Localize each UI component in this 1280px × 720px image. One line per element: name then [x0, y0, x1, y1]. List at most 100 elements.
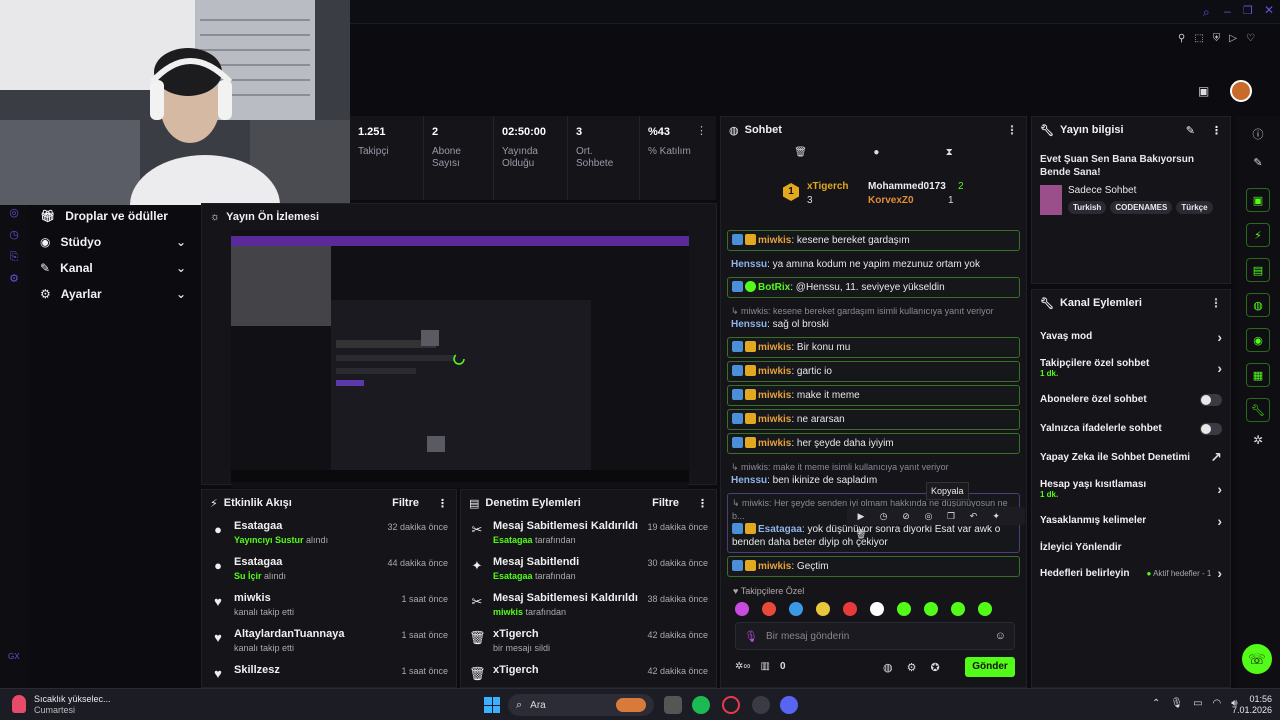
display-icon[interactable]: ▭ — [1193, 698, 1202, 709]
minimize-icon[interactable]: – — [1224, 4, 1231, 18]
tools-icon[interactable]: 🔧︎ — [1246, 398, 1270, 422]
taskbar-search[interactable]: ⌕ Ara — [508, 694, 654, 716]
top-chatter-2[interactable]: Mohammed0173 — [868, 181, 946, 192]
tag-chip[interactable]: Türkçe — [1176, 201, 1213, 214]
channel-action[interactable]: İzleyici Yönlendir — [1032, 535, 1230, 560]
feed-row[interactable]: ♥ AltaylardanTuannaya kanalı takip etti 1 … — [202, 624, 456, 660]
feed-row[interactable]: ♥ miwkis kanalı takip etti 1 saat önce — [202, 588, 456, 624]
feed-row[interactable]: 🗑︎ xTigerch bir mesajı sildi 42 dakika önc… — [461, 624, 716, 660]
chat-message[interactable]: miwkis: make it meme — [727, 385, 1020, 406]
stream-preview[interactable] — [231, 230, 689, 488]
mic-icon[interactable]: 🎙︎ — [1170, 698, 1183, 709]
feed-row[interactable]: ✦ Mesaj Sabitlendi Esatagaa tarafından 30 d… — [461, 552, 716, 588]
emote-icon[interactable] — [789, 602, 803, 616]
heart-icon[interactable]: ♡ — [1246, 33, 1255, 44]
toggle-switch[interactable] — [1200, 393, 1222, 406]
chat-username[interactable]: miwkis — [758, 390, 791, 401]
discord-icon[interactable] — [780, 696, 798, 714]
shield-icon[interactable]: ⛨ — [1213, 33, 1221, 44]
gx-icon[interactable]: GX — [8, 652, 20, 661]
menu-icon[interactable]: ⋮ — [437, 497, 448, 510]
close-icon[interactable]: ✕ — [1264, 3, 1274, 17]
emoji-icon[interactable]: ☺ — [995, 630, 1006, 642]
emote-icon[interactable] — [816, 602, 830, 616]
info-icon[interactable]: ⓘ — [1236, 124, 1280, 146]
chat-message[interactable]: miwkis: kesene bereket gardaşım — [727, 230, 1020, 251]
layout-icon[interactable]: ▦ — [1246, 363, 1270, 387]
wifi-icon[interactable]: ◠ — [1213, 698, 1222, 709]
ban-icon[interactable]: ⊘ — [899, 507, 913, 525]
category-name[interactable]: Sadece Sohbet — [1068, 185, 1213, 196]
crop-icon[interactable]: ⬚ — [1194, 33, 1203, 44]
channel-action[interactable]: Yapay Zeka ile Sohbet Denetimi ↗ — [1032, 443, 1230, 472]
channel-action[interactable]: Takipçilere özel sohbet 1 dk. › — [1032, 351, 1230, 385]
emote-icon[interactable] — [843, 602, 857, 616]
notes-icon[interactable]: ▤ — [1246, 258, 1270, 282]
feed-row[interactable]: ✂ Mesaj Sabitlemesi Kaldırıldı miwkis tara… — [461, 588, 716, 624]
menu-icon[interactable]: ⋮ — [697, 497, 708, 510]
chat-username[interactable]: miwkis — [758, 366, 791, 377]
chat-username[interactable]: BotRix — [758, 282, 790, 293]
chevron-up-icon[interactable]: ⌃ — [1152, 698, 1160, 709]
clock-icon[interactable]: ◷ — [0, 224, 28, 246]
mic-icon[interactable]: 🎙︎ — [744, 630, 758, 643]
chat-message[interactable]: miwkis: her şeyde daha iyiyim — [727, 433, 1020, 454]
menu-icon[interactable]: ⋮ — [1211, 124, 1222, 137]
emote-icon[interactable] — [897, 602, 911, 616]
chat-username[interactable]: Henssu — [731, 475, 767, 486]
channel-action[interactable]: Abonelere özel sohbet — [1032, 385, 1230, 414]
channel-action[interactable]: Hesap yaşı kısıtlaması 1 dk. › — [1032, 472, 1230, 506]
emote-icon[interactable] — [870, 602, 884, 616]
opera-icon[interactable] — [722, 696, 740, 714]
settings-icon[interactable]: ⚙ — [0, 268, 28, 290]
clock[interactable]: 01:56 7.01.2026 — [1232, 694, 1272, 716]
channel-action[interactable]: Yasaklanmış kelimeler › — [1032, 506, 1230, 535]
delete-icon[interactable]: 🗑︎ — [854, 525, 868, 543]
hourglass-icon[interactable]: ⧗ — [946, 147, 953, 158]
camera-icon[interactable]: ▣ — [1246, 188, 1270, 212]
tag-chip[interactable]: CODENAMES — [1110, 201, 1173, 214]
edit-icon[interactable]: ✎ — [1236, 152, 1280, 174]
undo-icon[interactable]: ↶ — [967, 507, 981, 525]
chat-username[interactable]: miwkis — [758, 414, 791, 425]
trash-icon[interactable]: 🗑︎ — [794, 147, 807, 158]
nav-studio[interactable]: ◉ Stüdyo ⌄ — [28, 229, 198, 255]
menu-icon[interactable]: ⋮ — [1210, 296, 1222, 310]
search-icon[interactable]: ⌕ — [1203, 5, 1210, 20]
filter-button[interactable]: Filtre — [652, 497, 679, 509]
chat-message[interactable]: Henssu: ya amına kodum ne yapim mezunuz … — [727, 255, 1020, 274]
spotify-icon[interactable] — [692, 696, 710, 714]
reply-icon[interactable]: ◎ — [922, 507, 936, 525]
chat-message[interactable]: ↳ miwkis: make it meme isimli kullanıcıy… — [727, 458, 1020, 490]
chat-message[interactable]: ↳ miwkis: kesene bereket gardaşım isimli… — [727, 302, 1020, 334]
chat-message[interactable]: miwkis: ne ararsan — [727, 409, 1020, 430]
category-thumbnail[interactable] — [1040, 185, 1062, 215]
chat-message[interactable]: miwkis: Geçtim — [727, 556, 1020, 577]
send-button[interactable]: Gönder — [965, 657, 1015, 677]
chat-bubble-icon[interactable]: ◍ — [883, 661, 893, 674]
top-chatter-3[interactable]: KorvexZ0 — [868, 195, 914, 206]
nav-channel[interactable]: ✎ Kanal ⌄ — [28, 255, 198, 281]
pin-icon[interactable]: ⚲ — [1178, 33, 1185, 44]
mod-icon[interactable]: ✪ — [930, 661, 939, 674]
avatar[interactable] — [1230, 80, 1252, 102]
edit-icon[interactable]: ✎ — [1186, 124, 1195, 137]
tag-chip[interactable]: Turkish — [1068, 201, 1107, 214]
chat-username[interactable]: miwkis — [758, 561, 791, 572]
play-icon[interactable]: ▷ — [1229, 33, 1237, 44]
mod-view-icon[interactable]: ▣ — [1198, 84, 1209, 98]
chat-username[interactable]: Henssu — [731, 259, 767, 270]
chat-input[interactable]: 🎙︎ Bir mesaj gönderin ☺ — [735, 622, 1015, 650]
emote-icon[interactable] — [762, 602, 776, 616]
top-chatter-1[interactable]: xTigerch — [807, 181, 849, 192]
restore-icon[interactable]: ❐ — [1243, 4, 1253, 17]
channel-action[interactable]: Yavaş mod › — [1032, 322, 1230, 351]
toggle-switch[interactable] — [1200, 422, 1222, 435]
copy-icon[interactable]: ❐ — [944, 507, 958, 525]
feed-row[interactable]: ● Esatagaa Yayıncıyı Sustur alındı 32 dakik… — [202, 516, 456, 552]
play-icon[interactable]: ▶ — [854, 507, 868, 525]
start-icon[interactable] — [484, 697, 500, 713]
emote-icon[interactable] — [924, 602, 938, 616]
drops-icon[interactable]: ◎ — [0, 202, 28, 224]
chat-message[interactable]: miwkis: Bir konu mu — [727, 337, 1020, 358]
